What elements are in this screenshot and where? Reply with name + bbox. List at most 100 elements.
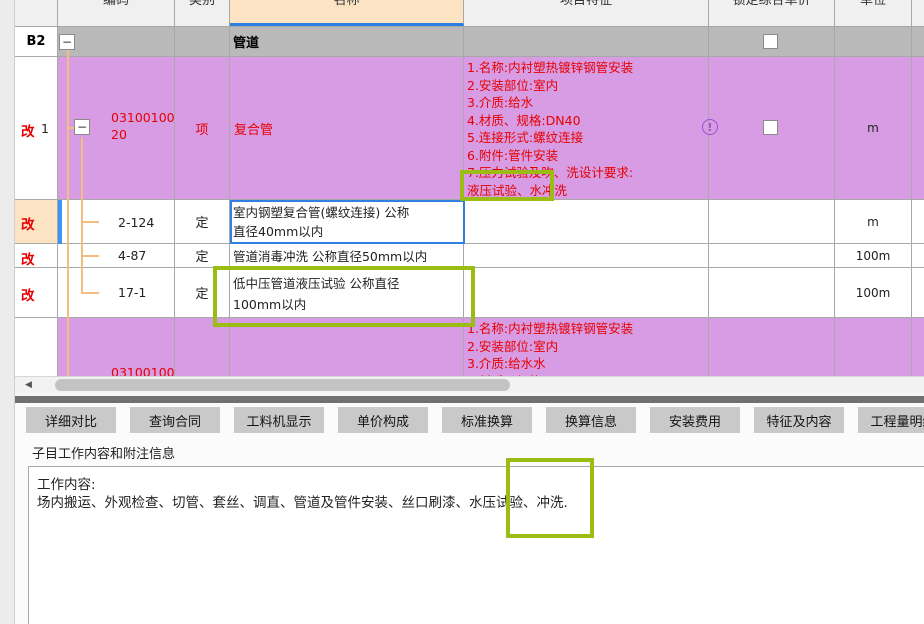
group-row-label: B2 xyxy=(15,27,58,56)
sub2-name: 管道消毒冲洗 公称直径50mm以内 xyxy=(230,244,464,267)
sub-name-line1: 低中压管道液压试验 公称直径 xyxy=(233,276,400,291)
tab-convert-info[interactable]: 换算信息 xyxy=(546,407,636,433)
group-code-cell xyxy=(58,27,175,56)
item2-row-header xyxy=(15,318,58,376)
group-row-b2[interactable]: B2 管道 xyxy=(15,27,924,57)
sub1-name-cell[interactable]: 室内钢塑复合管(螺纹连接) 公称 直径40mm以内 xyxy=(230,200,464,243)
panel-splitter[interactable] xyxy=(15,396,924,403)
item1-category: 项 xyxy=(175,57,230,199)
selected-row-indicator xyxy=(58,200,62,244)
tab-detail-compare[interactable]: 详细对比 xyxy=(26,407,116,433)
feature-line: 1.名称:内衬塑热镀锌钢管安装 xyxy=(467,321,634,336)
col-header-extra xyxy=(912,0,924,26)
sub3-unit: 100m xyxy=(835,268,912,317)
sub-name-line1: 室内钢塑复合管(螺纹连接) 公称 xyxy=(233,205,410,220)
edit-flag: 改 xyxy=(21,252,35,268)
left-margin xyxy=(0,0,15,624)
sub1-row-header: 改 xyxy=(15,200,58,243)
section-label: 子目工作内容和附注信息 xyxy=(32,447,176,462)
collapse-item-icon[interactable]: − xyxy=(74,119,90,135)
sub-code: 17-1 xyxy=(118,285,147,300)
group-unit-cell xyxy=(835,27,912,56)
group-features-cell xyxy=(464,27,709,56)
sub-row-17-1[interactable]: 改 17-1 定 低中压管道液压试验 公称直径 100mm以内 100m xyxy=(15,268,924,318)
edit-flag: 改 xyxy=(21,124,35,140)
feature-line: 7.压力试验及吹、洗设计要求: xyxy=(467,165,634,180)
horizontal-scrollbar[interactable]: ◀ xyxy=(15,376,924,393)
tab-labor-material[interactable]: 工料机显示 xyxy=(234,407,324,433)
scroll-left-icon[interactable]: ◀ xyxy=(25,380,32,390)
edit-flag: 改 xyxy=(21,288,35,304)
sub1-unit: m xyxy=(835,200,912,243)
col-header-lock-price[interactable]: 锁定综合单价 xyxy=(709,0,835,26)
group-name: 管道 xyxy=(230,27,464,56)
item1-lock-cell xyxy=(709,57,835,199)
feature-line: 3.介质:给水水 xyxy=(467,356,546,371)
item1-unit: m xyxy=(835,57,912,199)
group-category-cell xyxy=(175,27,230,56)
item2-features-cell: 1.名称:内衬塑热镀锌钢管安装 2.安装部位:室内 3.介质:给水水 4.材质、… xyxy=(464,318,709,376)
sub-code: 4-87 xyxy=(118,248,147,263)
tab-query-contract[interactable]: 查询合同 xyxy=(130,407,220,433)
sub-code: 2-124 xyxy=(118,215,155,230)
sub2-code-cell: 4-87 xyxy=(58,244,175,267)
tab-unit-price[interactable]: 单价构成 xyxy=(338,407,428,433)
tree-branch xyxy=(81,255,99,257)
col-header-features[interactable]: 项目特征 xyxy=(464,0,709,26)
tab-quantity-detail[interactable]: 工程量明细 xyxy=(858,407,924,433)
sub2-unit: 100m xyxy=(835,244,912,267)
tree-branch xyxy=(81,292,99,294)
feature-line: 液压试验、水冲洗 xyxy=(467,182,568,198)
feature-line: 2.安装部位:室内 xyxy=(467,77,559,93)
item-seq: 1 xyxy=(41,121,49,136)
lock-price-checkbox[interactable] xyxy=(763,34,778,49)
sub1-code-cell: 2-124 xyxy=(58,200,175,243)
sub2-category: 定 xyxy=(175,244,230,267)
col-header-unit[interactable]: 单位 xyxy=(835,0,912,26)
collapse-group-icon[interactable]: − xyxy=(59,34,75,50)
work-content-text: 场内搬运、外观检查、切管、套丝、调直、管道及管件安装、丝口刷漆、水压试验、冲洗. xyxy=(37,495,568,511)
item1-features-cell: 1.名称:内衬塑热镀锌钢管安装 2.安装部位:室内 3.介质:给水 4.材质、规… xyxy=(464,57,718,199)
work-content-title: 工作内容: xyxy=(37,477,96,493)
tree-branch xyxy=(81,221,99,223)
warning-icon[interactable]: ! xyxy=(702,119,718,135)
item1-row-header: 改 1 xyxy=(15,57,58,199)
tab-install-fee[interactable]: 安装费用 xyxy=(650,407,740,433)
item-code-line2: 20 xyxy=(111,127,127,142)
col-header-code[interactable]: 编码 xyxy=(58,0,175,26)
app-window: 编码 类别 名称 项目特征 锁定综合单价 单位 B2 管道 改 1 031001… xyxy=(0,0,924,624)
item-row-1[interactable]: 改 1 0310010070 20 项 复合管 1.名称:内衬塑热镀锌钢管安装 … xyxy=(15,57,924,200)
item-row-2[interactable]: 0310010070 1.名称:内衬塑热镀锌钢管安装 2.安装部位:室内 3.介… xyxy=(15,318,924,376)
col-header-category[interactable]: 类别 xyxy=(175,0,230,26)
table-header-row: 编码 类别 名称 项目特征 锁定综合单价 单位 xyxy=(15,0,924,27)
sub-name-line2: 直径40mm以内 xyxy=(233,224,324,239)
feature-line: 3.介质:给水 xyxy=(467,95,534,110)
sub1-category: 定 xyxy=(175,200,230,243)
feature-line: 1.名称:内衬塑热镀锌钢管安装 xyxy=(467,60,634,75)
edit-flag: 改 xyxy=(21,217,35,233)
sub-name-line2: 100mm以内 xyxy=(233,297,307,312)
col-header-name[interactable]: 名称 xyxy=(230,0,464,26)
tree-line-level1 xyxy=(67,50,69,376)
feature-line: 6.附件:管件安装 xyxy=(467,147,559,163)
sub3-row-header: 改 xyxy=(15,268,58,317)
tab-standard-convert[interactable]: 标准换算 xyxy=(442,407,532,433)
row-header-col xyxy=(15,0,58,26)
tab-feature-content[interactable]: 特征及内容 xyxy=(754,407,844,433)
sub3-category: 定 xyxy=(175,268,230,317)
sub-row-4-87[interactable]: 改 4-87 定 管道消毒冲洗 公称直径50mm以内 100m xyxy=(15,244,924,268)
lock-price-checkbox[interactable] xyxy=(763,120,778,135)
feature-line: 2.安装部位:室内 xyxy=(467,338,559,354)
scrollbar-thumb[interactable] xyxy=(55,379,510,391)
sub3-code-cell: 17-1 xyxy=(58,268,175,317)
feature-line: 5.连接形式:螺纹连接 xyxy=(467,130,584,145)
sub-row-2-124[interactable]: 改 2-124 定 室内钢塑复合管(螺纹连接) 公称 直径40mm以内 m xyxy=(15,200,924,244)
sub2-row-header: 改 xyxy=(15,244,58,267)
work-content-box[interactable]: 工作内容: 场内搬运、外观检查、切管、套丝、调直、管道及管件安装、丝口刷漆、水压… xyxy=(28,466,924,624)
tree-line-level2 xyxy=(81,137,83,293)
item2-code-cell: 0310010070 xyxy=(58,318,191,376)
item1-name: 复合管 xyxy=(230,57,464,199)
sub3-name-cell[interactable]: 低中压管道液压试验 公称直径 100mm以内 xyxy=(230,268,464,317)
group-lock-cell xyxy=(709,27,835,56)
feature-line: 4.材质、规格:DN40 xyxy=(467,112,581,128)
